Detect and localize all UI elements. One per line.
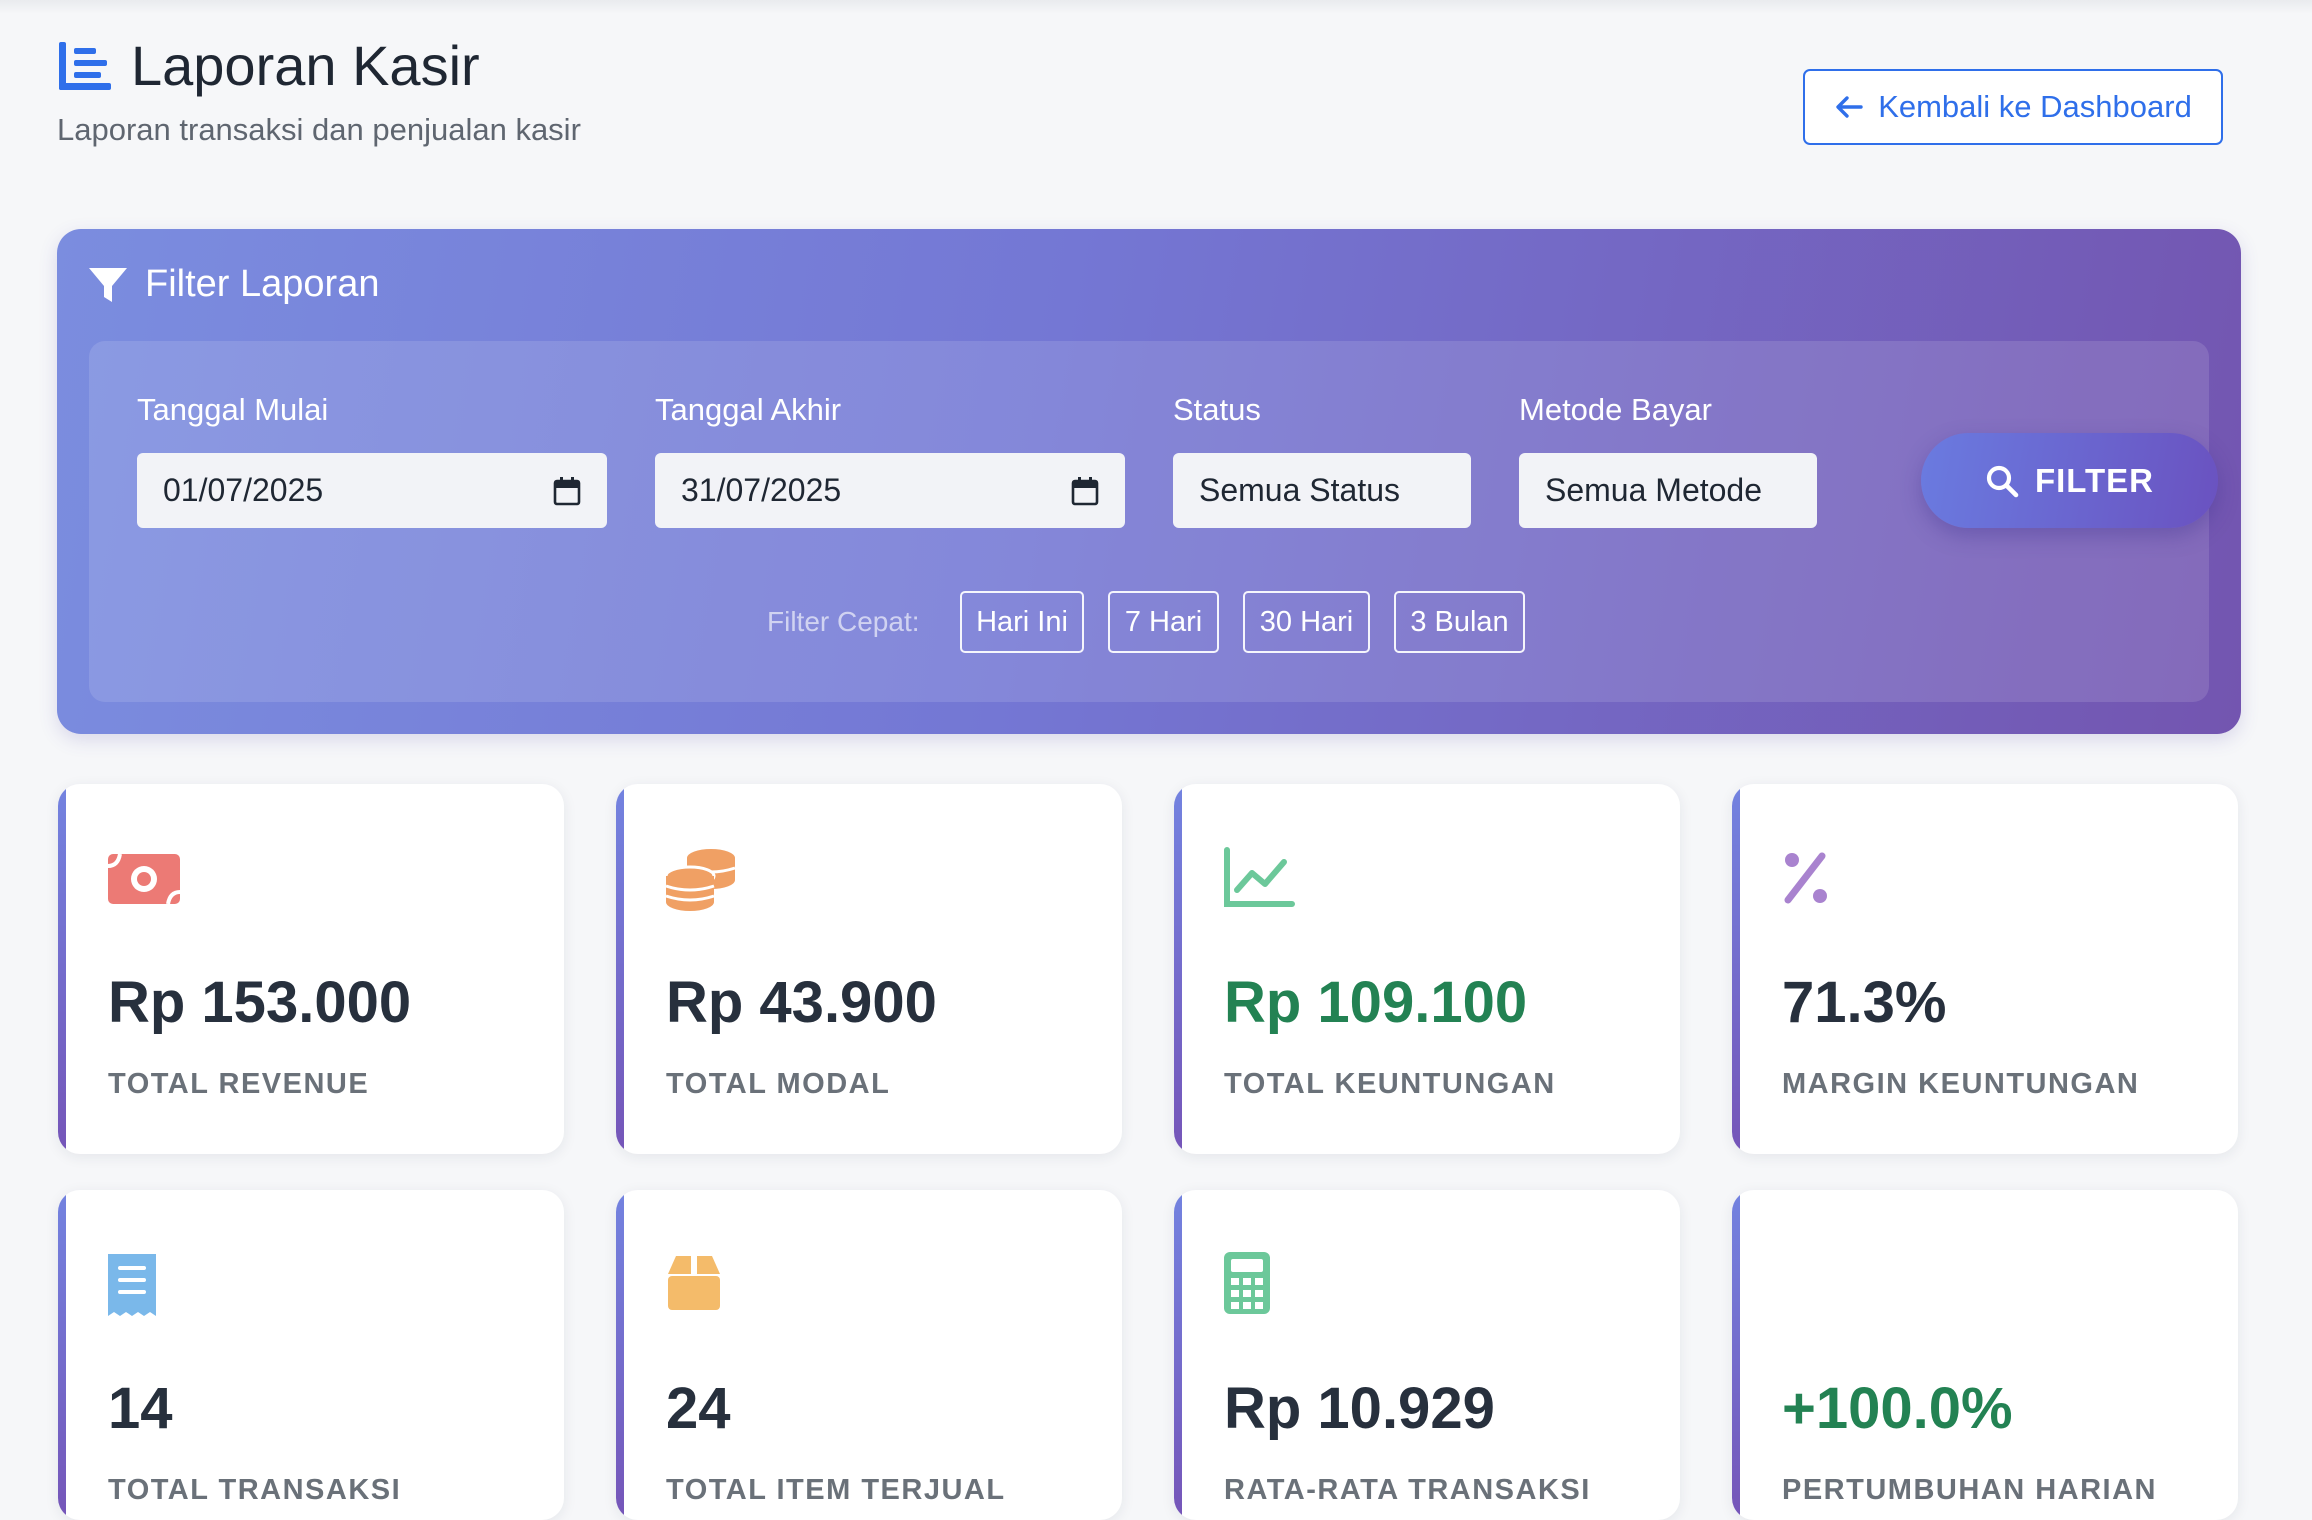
search-icon (1986, 465, 2019, 497)
stat-card-rata-rata-transaksi: Rp 10.929 RATA-RATA TRANSAKSI (1174, 1190, 1680, 1520)
start-date-input[interactable]: 01/07/2025 (137, 453, 607, 528)
start-date-value: 01/07/2025 (163, 472, 324, 508)
stat-card-total-item-terjual: 24 TOTAL ITEM TERJUAL (616, 1190, 1122, 1520)
start-date-field: Tanggal Mulai 01/07/2025 (137, 391, 607, 528)
status-label: Status (1173, 392, 1261, 427)
payment-method-label: Metode Bayar (1519, 392, 1712, 427)
page-title: Laporan Kasir (131, 34, 480, 97)
stat-value: Rp 10.929 (1224, 1376, 1495, 1441)
money-bill-icon (107, 853, 181, 905)
stat-label: RATA-RATA TRANSAKSI (1224, 1474, 1591, 1506)
stat-value: +100.0% (1782, 1376, 2013, 1441)
start-date-label: Tanggal Mulai (137, 392, 329, 427)
quick-filter-7-days[interactable]: 7 Hari (1108, 591, 1219, 653)
stat-card-total-transaksi: 14 TOTAL TRANSAKSI (58, 1190, 564, 1520)
box-icon (668, 1256, 720, 1310)
payment-method-field: Metode Bayar Semua Metode (1519, 391, 1817, 528)
status-value: Semua Status (1199, 472, 1400, 508)
payment-method-value: Semua Metode (1545, 472, 1763, 508)
stat-label: PERTUMBUHAN HARIAN (1782, 1474, 2157, 1506)
filter-header: Filter Laporan (87, 263, 379, 306)
list-report-icon (59, 42, 111, 90)
filter-button[interactable]: FILTER (1921, 433, 2218, 528)
quick-filter-label: Filter Cepat: (767, 606, 920, 637)
stat-label: MARGIN KEUNTUNGAN (1782, 1068, 2140, 1100)
filter-form: Tanggal Mulai 01/07/2025 Tanggal Akhir 3… (89, 341, 2218, 702)
title-row: Laporan Kasir (57, 34, 581, 98)
stat-label: TOTAL REVENUE (108, 1068, 370, 1100)
status-select[interactable]: Semua Status (1173, 453, 1471, 528)
filter-title: Filter Laporan (145, 263, 380, 305)
stat-value: Rp 109.100 (1224, 970, 1528, 1035)
back-to-dashboard-button[interactable]: Kembali ke Dashboard (1803, 69, 2223, 145)
end-date-label: Tanggal Akhir (655, 392, 842, 427)
stat-value: 71.3% (1782, 970, 1947, 1035)
calculator-icon (1224, 1252, 1270, 1314)
percent-icon (1784, 852, 1827, 904)
end-date-value: 31/07/2025 (681, 472, 842, 508)
end-date-field: Tanggal Akhir 31/07/2025 (655, 391, 1125, 528)
filter-button-label: FILTER (2034, 461, 2155, 499)
stat-value: 14 (108, 1376, 173, 1441)
stat-label: TOTAL MODAL (666, 1068, 891, 1100)
stat-value: 24 (666, 1376, 731, 1441)
payment-method-select[interactable]: Semua Metode (1519, 453, 1817, 528)
receipt-icon (108, 1254, 156, 1316)
stat-label: TOTAL ITEM TERJUAL (666, 1474, 1006, 1506)
top-shadow (0, 0, 2312, 14)
page-header: Laporan Kasir Laporan transaksi dan penj… (57, 34, 581, 148)
quick-filter-30-days[interactable]: 30 Hari (1243, 591, 1370, 653)
stat-card-total-revenue: Rp 153.000 TOTAL REVENUE (58, 784, 564, 1154)
end-date-input[interactable]: 31/07/2025 (655, 453, 1125, 528)
filter-card: Filter Laporan Tanggal Mulai 01/07/2025 … (57, 229, 2241, 734)
quick-filter-row: Filter Cepat: Hari Ini 7 Hari 30 Hari 3 … (89, 591, 2209, 653)
funnel-icon (89, 267, 127, 302)
quick-filter-3-months[interactable]: 3 Bulan (1394, 591, 1525, 653)
quick-filter-today[interactable]: Hari Ini (960, 591, 1084, 653)
coins-icon (664, 849, 736, 911)
calendar-icon (1071, 476, 1099, 505)
stat-card-total-keuntungan: Rp 109.100 TOTAL KEUNTUNGAN (1174, 784, 1680, 1154)
stat-card-pertumbuhan-harian: +100.0% PERTUMBUHAN HARIAN (1732, 1190, 2238, 1520)
stat-value: Rp 153.000 (108, 970, 412, 1035)
stat-label: TOTAL TRANSAKSI (108, 1474, 402, 1506)
status-field: Status Semua Status (1173, 391, 1471, 528)
arrow-left-icon (1836, 96, 1863, 118)
stat-value: Rp 43.900 (666, 970, 937, 1035)
stat-card-total-modal: Rp 43.900 TOTAL MODAL (616, 784, 1122, 1154)
chart-line-icon (1224, 847, 1295, 907)
stat-label: TOTAL KEUNTUNGAN (1224, 1068, 1556, 1100)
back-button-label: Kembali ke Dashboard (1878, 89, 2192, 124)
page-subtitle: Laporan transaksi dan penjualan kasir (57, 112, 581, 147)
calendar-icon (553, 476, 581, 505)
stat-card-margin-keuntungan: 71.3% MARGIN KEUNTUNGAN (1732, 784, 2238, 1154)
